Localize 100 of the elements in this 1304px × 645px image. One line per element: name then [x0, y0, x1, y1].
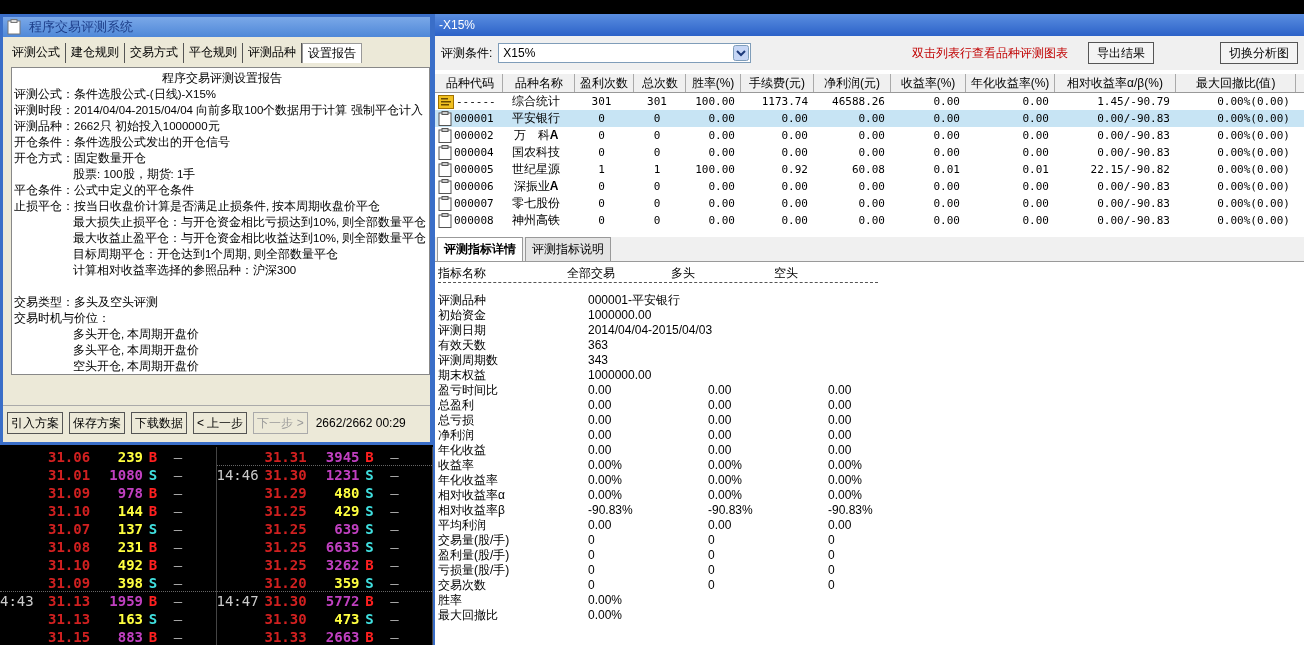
trade-mark: — — [172, 592, 184, 609]
column-header[interactable]: 品种代码 — [435, 74, 503, 92]
action-button[interactable]: 下载数据 — [131, 412, 187, 434]
trade-volume: 137 — [116, 520, 143, 537]
column-header[interactable]: 年化收益率(%) — [966, 74, 1055, 92]
column-header[interactable]: 品种名称 — [503, 74, 575, 92]
table-cell: 0.00 — [781, 112, 808, 125]
trade-volume: 3262 — [324, 556, 360, 573]
table-cell: 0.00 — [1022, 197, 1049, 210]
condition-dropdown[interactable]: X15% — [498, 43, 752, 63]
table-row[interactable]: 000007 零七股份 0 0 0.00 0.00 0.00 0.00 0.00 0.00/-90.83 0.00%(0.00) — [435, 195, 1304, 212]
tab[interactable]: 交易方式 — [125, 43, 184, 63]
table-cell-text: 0.00 — [708, 443, 733, 458]
toolbar-button[interactable]: 切换分析图 — [1220, 42, 1298, 64]
table-cell: 0.00 — [781, 146, 808, 159]
table-cell-text: 有效天数 — [438, 338, 487, 353]
trade-mark: — — [389, 628, 400, 645]
table-cell: 0.00 — [858, 180, 885, 193]
table-cell-text: 净利润 — [438, 428, 475, 443]
tab[interactable]: 评测公式 — [7, 43, 66, 63]
hint-text: 双击列表行查看品种评测图表 — [912, 44, 1068, 62]
table-cell-text: 0 — [588, 578, 596, 593]
trade-mark: — — [389, 574, 400, 591]
trade-side: S — [364, 574, 375, 591]
table-cell-text: 0.00 — [708, 383, 733, 398]
tab[interactable]: 平仓规则 — [184, 43, 243, 63]
column-header[interactable]: 盈利次数 — [575, 74, 634, 92]
table-row[interactable]: 000005 世纪星源 1 1 100.00 0.92 60.08 0.01 0.01 22.15/-90.82 0.00%(0.00) — [435, 161, 1304, 178]
table-cell: 0 — [653, 214, 661, 227]
trade-mark: — — [172, 610, 184, 627]
table-cell-text: 交易量(股/手) — [438, 533, 511, 548]
table-cell-text: 0 — [828, 563, 836, 578]
table-cell: 1 — [598, 163, 605, 176]
table-row[interactable]: 000006 深振业A 0 0 0.00 0.00 0.00 0.00 0.00 0.00/-90.83 0.00%(0.00) — [435, 178, 1304, 195]
table-cell: 世纪星源 — [512, 161, 560, 178]
column-header[interactable]: 最大回撤比(值) — [1176, 74, 1296, 92]
table-cell: 0.01 — [933, 163, 960, 176]
column-header[interactable]: 净利润(元) — [814, 74, 891, 92]
action-button[interactable]: 引入方案 — [7, 412, 63, 434]
table-cell: 0.00%(0.00) — [1217, 180, 1290, 193]
tab[interactable]: 评测指标详情 — [437, 237, 523, 261]
table-cell: 0.00%(0.00) — [1217, 163, 1290, 176]
report-text: 空头开仓, 本周期开盘价 — [73, 359, 200, 374]
table-row[interactable]: 000004 国农科技 0 0 0.00 0.00 0.00 0.00 0.00 0.00/-90.83 0.00%(0.00) — [435, 144, 1304, 161]
table-cell-text: 0.00% — [708, 473, 744, 488]
table-cell: 0.00%(0.00) — [1217, 95, 1290, 108]
trade-time: 14:47 — [216, 592, 260, 609]
column-header[interactable]: 相对收益率α/β(%) — [1055, 74, 1176, 92]
table-row[interactable]: 000001 平安银行 0 0 0.00 0.00 0.00 0.00 0.00 0.00/-90.83 0.00%(0.00) — [435, 110, 1304, 127]
table-cell: 0.00 — [1022, 180, 1049, 193]
table-row[interactable]: ------ 综合统计 301 301 100.00 1173.74 46588.26 0.00 0.00 1.45/-90.79 0.00%(0.00) — [435, 93, 1304, 110]
table-row[interactable]: 000008 神州高铁 0 0 0.00 0.00 0.00 0.00 0.00 0.00/-90.83 0.00%(0.00) — [435, 212, 1304, 229]
table-cell-text: 亏损量(股/手) — [438, 563, 511, 578]
report-text: 多头及空头评测 — [74, 295, 158, 310]
trade-volume: 5772 — [324, 592, 360, 609]
table-cell: 0.00 — [933, 214, 960, 227]
trade-price: 31.07 — [48, 520, 88, 537]
trade-side: B — [364, 628, 375, 645]
action-button[interactable]: 保存方案 — [69, 412, 125, 434]
trade-mark: — — [172, 574, 184, 591]
trade-mark: — — [172, 520, 184, 537]
trade-price: 31.08 — [48, 538, 88, 555]
table-cell-text: 评测周期数 — [438, 353, 499, 368]
column-header[interactable]: 总次数 — [634, 74, 686, 92]
trade-price: 31.25 — [264, 556, 305, 573]
trade-price: 31.29 — [264, 484, 305, 501]
trade-volume: 473 — [333, 610, 360, 627]
report-text: 多头开仓, 本周期开盘价 — [73, 327, 200, 342]
table-cell-text: 0.00% — [828, 473, 864, 488]
table-cell-text: 0.00 — [828, 428, 853, 443]
trade-price: 31.25 — [264, 538, 305, 555]
tab[interactable]: 设置报告 — [302, 43, 362, 63]
table-cell: 0.00 — [933, 112, 960, 125]
table-cell-text: 0.00 — [828, 383, 853, 398]
trade-side: B — [147, 592, 159, 609]
tab[interactable]: 评测指标说明 — [525, 237, 611, 261]
trade-mark: — — [172, 502, 184, 519]
table-cell: 0 — [653, 180, 661, 193]
report-label: 开仓条件： — [14, 135, 74, 150]
column-header[interactable]: 手续费(元) — [741, 74, 814, 92]
trade-mark: — — [389, 520, 400, 537]
trade-mark: — — [389, 448, 400, 465]
trade-volume: 978 — [116, 484, 143, 501]
table-cell: 0.92 — [781, 163, 808, 176]
table-cell-text: 0.00% — [588, 608, 624, 623]
trade-side: B — [364, 448, 375, 465]
trade-price: 31.25 — [264, 502, 305, 519]
table-row[interactable]: 000002 万 科A 0 0 0.00 0.00 0.00 0.00 0.00 0.00/-90.83 0.00%(0.00) — [435, 127, 1304, 144]
column-header: 多头 — [670, 266, 696, 282]
table-cell-text: 0.00 — [828, 518, 853, 533]
trade-volume: 231 — [116, 538, 143, 555]
column-header[interactable]: 胜率(%) — [686, 74, 741, 92]
table-cell: 0.00 — [858, 129, 885, 142]
tab[interactable]: 建仓规则 — [66, 43, 125, 63]
trade-mark: — — [389, 538, 400, 555]
table-cell-text: 1000000.00 — [588, 308, 653, 323]
action-button[interactable]: < 上一步 — [193, 412, 248, 434]
toolbar-button[interactable]: 导出结果 — [1088, 42, 1154, 64]
table-cell: 000007 — [454, 197, 494, 210]
column-header[interactable]: 收益率(%) — [891, 74, 966, 92]
